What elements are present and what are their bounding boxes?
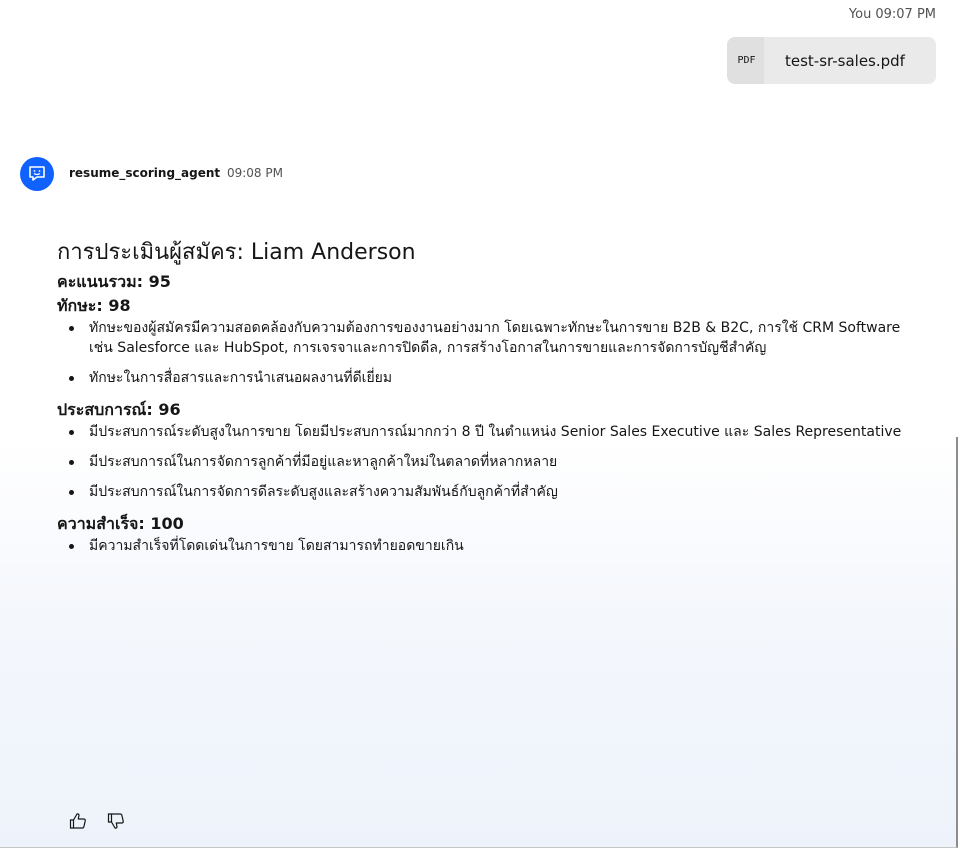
list-item: มีประสบการณ์ระดับสูงในการขาย โดยมีประสบก… <box>69 422 927 442</box>
agent-header: resume_scoring_agent 09:08 PM <box>69 166 283 180</box>
feedback-controls <box>67 810 127 832</box>
list-item: มีความสำเร็จที่โดดเด่นในการขาย โดยสามารถ… <box>69 536 927 556</box>
achievements-list: มีความสำเร็จที่โดดเด่นในการขาย โดยสามารถ… <box>57 536 927 556</box>
section-heading-skills: ทักษะ: 98 <box>57 296 131 315</box>
experience-list: มีประสบการณ์ระดับสูงในการขาย โดยมีประสบก… <box>57 422 927 502</box>
user-message-meta: You 09:07 PM <box>849 7 936 22</box>
thumbs-up-icon[interactable] <box>67 810 89 832</box>
agent-name: resume_scoring_agent <box>69 166 221 180</box>
agent-message-content: การประเมินผู้สมัคร: Liam Anderson คะแนนร… <box>57 236 927 566</box>
section-heading-achievements: ความสำเร็จ: 100 <box>57 514 184 533</box>
skills-list: ทักษะของผู้สมัครมีความสอดคล้องกับความต้อ… <box>57 318 927 388</box>
file-name: test-sr-sales.pdf <box>764 37 936 84</box>
sender-name: You <box>848 7 872 22</box>
message-time: 09:07 PM <box>875 7 936 22</box>
list-item: ทักษะในการสื่อสารและการนำเสนอผลงานที่ดีเ… <box>69 368 927 388</box>
section-heading-experience: ประสบการณ์: 96 <box>57 400 181 419</box>
chat-bubble-icon <box>20 157 54 191</box>
thumbs-down-icon[interactable] <box>105 810 127 832</box>
list-item: ทักษะของผู้สมัครมีความสอดคล้องกับความต้อ… <box>69 318 927 358</box>
agent-message-time: 09:08 PM <box>226 166 283 180</box>
overall-score: คะแนนรวม: 95 <box>57 272 171 291</box>
list-item: มีประสบการณ์ในการจัดการดีลระดับสูงและสร้… <box>69 482 927 502</box>
evaluation-title: การประเมินผู้สมัคร: Liam Anderson <box>57 240 416 265</box>
list-item: มีประสบการณ์ในการจัดการลูกค้าที่มีอยู่แล… <box>69 452 927 472</box>
pdf-icon: PDF <box>737 55 756 66</box>
file-attachment[interactable]: PDF test-sr-sales.pdf <box>727 37 936 84</box>
